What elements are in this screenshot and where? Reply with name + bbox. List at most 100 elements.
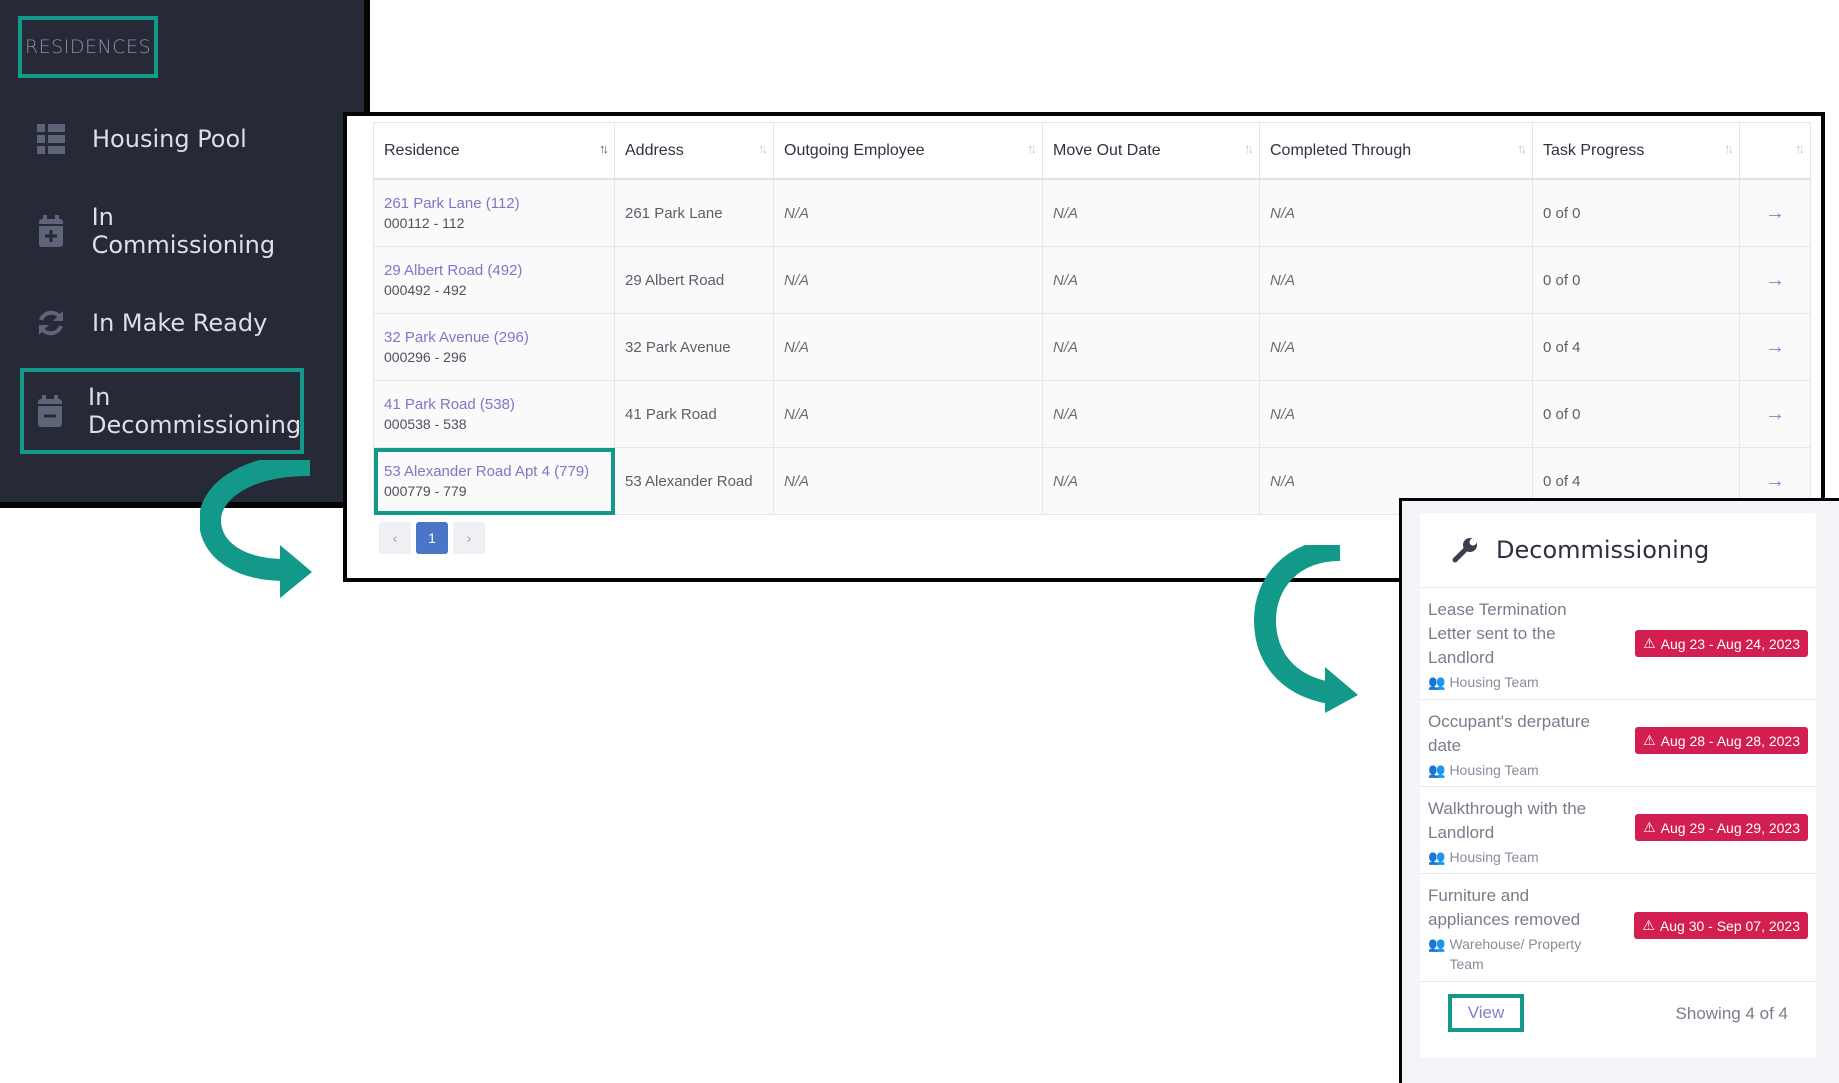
wrench-icon: [1452, 537, 1478, 563]
sidebar-item-label: In Make Ready: [92, 309, 268, 337]
action-cell: →: [1739, 313, 1811, 381]
residence-link[interactable]: 41 Park Road (538): [384, 396, 604, 413]
sidebar-item-label: Housing Pool: [92, 125, 247, 153]
residence-cell: 32 Park Avenue (296) 000296 - 296: [373, 313, 615, 381]
address-cell: 29 Albert Road: [614, 246, 774, 314]
showing-count: Showing 4 of 4: [1675, 1004, 1788, 1023]
users-icon: 👥: [1428, 674, 1446, 690]
residence-link[interactable]: 29 Albert Road (492): [384, 262, 604, 279]
column-header-residence[interactable]: Residence ↑↓: [373, 122, 615, 180]
address-cell: 261 Park Lane: [614, 178, 774, 247]
column-header-actions[interactable]: ↑↓: [1739, 122, 1811, 180]
table-row: 41 Park Road (538) 000538 - 538 41 Park R…: [373, 380, 1811, 448]
users-icon: 👥: [1428, 936, 1446, 952]
task-name: Lease Termination Letter sent to the Lan…: [1428, 600, 1567, 667]
card-footer: View Showing 4 of 4: [1420, 978, 1816, 1058]
column-header-completed-through[interactable]: Completed Through ↑↓: [1259, 122, 1533, 180]
address-cell: 53 Alexander Road: [614, 447, 774, 515]
completed-cell: N/A: [1259, 246, 1533, 314]
move-out-cell: N/A: [1042, 246, 1260, 314]
page-button-current[interactable]: 1: [416, 522, 448, 554]
sort-icon[interactable]: ↑↓: [1517, 141, 1527, 156]
task-team: 👥 Housing Team: [1428, 762, 1539, 778]
next-page-button[interactable]: ›: [453, 522, 485, 554]
sort-icon[interactable]: ↑↓: [599, 141, 609, 156]
employee-cell: N/A: [773, 380, 1043, 448]
arrow-right-icon[interactable]: →: [1750, 202, 1800, 225]
task-item[interactable]: Lease Termination Letter sent to the Lan…: [1420, 588, 1816, 700]
sort-icon[interactable]: ↑↓: [1724, 141, 1734, 156]
users-icon: 👥: [1428, 849, 1446, 865]
completed-cell: N/A: [1259, 313, 1533, 381]
sidebar-item-label: In Decommissioning: [88, 383, 302, 439]
pagination: ‹ 1 ›: [379, 522, 485, 554]
residence-cell: 29 Albert Road (492) 000492 - 492: [373, 246, 615, 314]
sidebar: RESIDENCES Housing Pool In Commissioning…: [0, 0, 370, 508]
sort-icon[interactable]: ↑↓: [758, 141, 768, 156]
employee-cell: N/A: [773, 313, 1043, 381]
card-title: Decommissioning: [1496, 536, 1710, 564]
residence-code: 000779 - 779: [384, 483, 467, 499]
employee-cell: N/A: [773, 178, 1043, 247]
residence-link[interactable]: 32 Park Avenue (296): [384, 329, 604, 346]
residence-code: 000492 - 492: [384, 282, 467, 298]
task-team: 👥 Housing Team: [1428, 674, 1539, 690]
task-name: Furniture and appliances removed: [1428, 886, 1581, 929]
task-item[interactable]: Furniture and appliances removed 👥 Wareho…: [1420, 874, 1816, 982]
flow-arrow-icon: [200, 460, 312, 598]
date-badge: ⚠ Aug 23 - Aug 24, 2023: [1635, 630, 1808, 657]
prev-page-button[interactable]: ‹: [379, 522, 411, 554]
progress-cell: 0 of 0: [1532, 178, 1740, 247]
sidebar-item-label: In Commissioning: [91, 203, 276, 259]
move-out-cell: N/A: [1042, 313, 1260, 381]
residence-link[interactable]: 261 Park Lane (112): [384, 195, 604, 212]
residences-table: Residence ↑↓ Address ↑↓ Outgoing Employee ↑…: [373, 122, 1811, 515]
date-badge: ⚠ Aug 28 - Aug 28, 2023: [1635, 727, 1808, 754]
calendar-plus-icon: [36, 215, 66, 247]
sidebar-item-in-decommissioning[interactable]: In Decommissioning: [20, 368, 304, 454]
view-button[interactable]: View: [1448, 994, 1524, 1032]
column-header-outgoing-employee[interactable]: Outgoing Employee ↑↓: [773, 122, 1043, 180]
arrow-right-icon[interactable]: →: [1750, 336, 1800, 359]
refresh-icon: [36, 308, 66, 338]
arrow-right-icon[interactable]: →: [1750, 269, 1800, 292]
residence-link[interactable]: 53 Alexander Road Apt 4 (779): [384, 463, 604, 480]
residence-code: 000538 - 538: [384, 416, 467, 432]
users-icon: 👥: [1428, 762, 1446, 778]
column-header-move-out-date[interactable]: Move Out Date ↑↓: [1042, 122, 1260, 180]
task-item[interactable]: Occupant's derpature date 👥 Housing Team …: [1420, 700, 1816, 787]
column-header-address[interactable]: Address ↑↓: [614, 122, 774, 180]
warning-icon: ⚠: [1643, 635, 1656, 651]
move-out-cell: N/A: [1042, 380, 1260, 448]
sidebar-item-in-make-ready[interactable]: In Make Ready: [22, 283, 302, 363]
task-name: Walkthrough with the Landlord: [1428, 799, 1587, 842]
action-cell: →: [1739, 380, 1811, 448]
sidebar-item-in-commissioning[interactable]: In Commissioning: [22, 191, 302, 271]
sidebar-item-housing-pool[interactable]: Housing Pool: [22, 99, 302, 179]
progress-cell: 0 of 0: [1532, 380, 1740, 448]
sort-icon[interactable]: ↑↓: [1027, 141, 1037, 156]
sort-icon[interactable]: ↑↓: [1244, 141, 1254, 156]
residence-cell: 41 Park Road (538) 000538 - 538: [373, 380, 615, 448]
decommissioning-card: Decommissioning Lease Termination Letter…: [1420, 513, 1816, 1058]
employee-cell: N/A: [773, 246, 1043, 314]
arrow-right-icon[interactable]: →: [1750, 470, 1800, 493]
task-item[interactable]: Walkthrough with the Landlord 👥 Housing T…: [1420, 787, 1816, 874]
column-header-task-progress[interactable]: Task Progress ↑↓: [1532, 122, 1740, 180]
warning-icon: ⚠: [1643, 819, 1656, 835]
decommissioning-panel: Decommissioning Lease Termination Letter…: [1399, 498, 1839, 1083]
address-cell: 41 Park Road: [614, 380, 774, 448]
table-row: 29 Albert Road (492) 000492 - 492 29 Albe…: [373, 246, 1811, 314]
completed-cell: N/A: [1259, 178, 1533, 247]
warning-icon: ⚠: [1643, 732, 1656, 748]
task-team: 👥 Housing Team: [1428, 849, 1539, 865]
card-header: Decommissioning: [1420, 513, 1816, 588]
address-cell: 32 Park Avenue: [614, 313, 774, 381]
action-cell: →: [1739, 178, 1811, 247]
sort-icon[interactable]: ↑↓: [1795, 141, 1805, 156]
date-badge: ⚠ Aug 29 - Aug 29, 2023: [1635, 814, 1808, 841]
task-team: 👥 Warehouse/ Property Team: [1428, 936, 1582, 972]
arrow-right-icon[interactable]: →: [1750, 403, 1800, 426]
residence-cell-highlighted: 53 Alexander Road Apt 4 (779) 000779 - 77…: [373, 447, 615, 515]
residence-cell: 261 Park Lane (112) 000112 - 112: [373, 178, 615, 247]
